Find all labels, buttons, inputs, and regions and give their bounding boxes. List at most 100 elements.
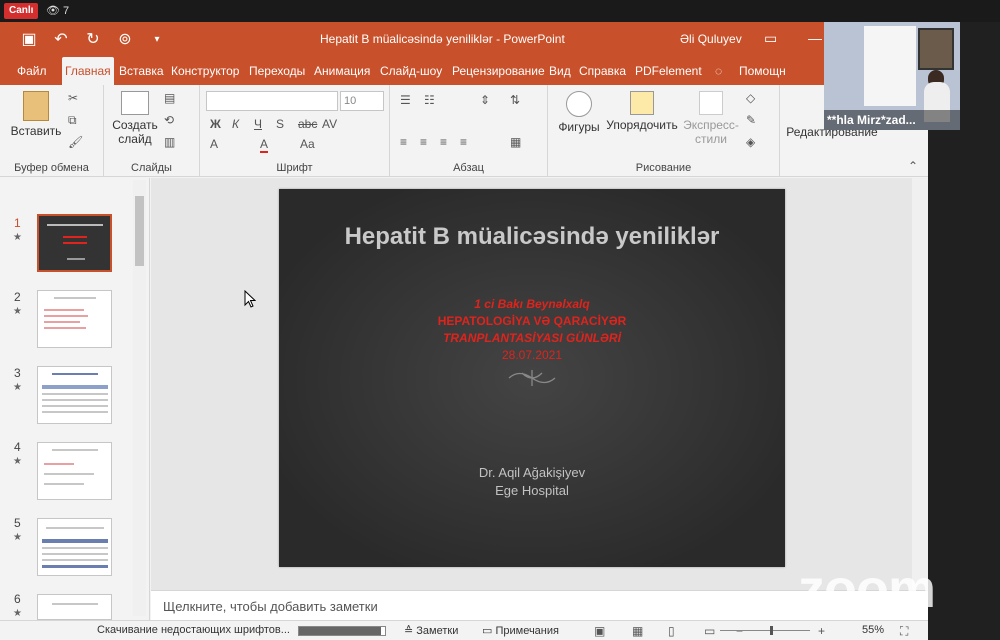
bold-icon[interactable]: Ж <box>210 117 221 131</box>
cut-icon[interactable]: ✂ <box>68 91 78 105</box>
editor-scrollbar[interactable] <box>912 178 928 590</box>
slide-sorter-icon[interactable]: ▦ <box>632 624 643 638</box>
mouse-cursor-icon <box>244 290 256 308</box>
slide-thumbnail-1[interactable] <box>37 214 112 272</box>
paste-button[interactable]: Вставить <box>8 91 64 138</box>
thumbnails-scroll-thumb[interactable] <box>135 196 144 266</box>
tab-review[interactable]: Рецензирование <box>449 57 548 85</box>
participant-video[interactable]: **hla Mirz*zad... <box>824 22 960 130</box>
thumb-number: 6 <box>14 592 21 606</box>
normal-view-icon[interactable]: ▣ <box>594 624 605 638</box>
zoom-level[interactable]: 55% <box>862 624 884 636</box>
zoom-watermark: zoom <box>798 559 936 619</box>
slide-thumbnail-3[interactable] <box>37 366 112 424</box>
change-case-icon[interactable]: Aa <box>300 137 315 151</box>
layout-icon[interactable]: ▤ <box>164 91 175 105</box>
thumb-number: 4 <box>14 440 21 454</box>
section-icon[interactable]: ▥ <box>164 135 175 149</box>
tab-animations[interactable]: Анимация <box>311 57 373 85</box>
tab-tell-me[interactable]: Помощн <box>736 57 789 85</box>
tab-view[interactable]: Вид <box>546 57 574 85</box>
animation-star-icon: ★ <box>13 382 22 393</box>
collapse-ribbon-icon[interactable]: ⌃ <box>908 159 918 173</box>
fit-slide-icon[interactable]: ⛶ <box>900 624 908 639</box>
tab-help[interactable]: Справка <box>576 57 629 85</box>
slide-thumbnail-6[interactable] <box>37 594 112 620</box>
comments-toggle-label: Примечания <box>495 625 559 637</box>
animation-star-icon: ★ <box>13 608 22 619</box>
shadow-icon[interactable]: S <box>276 117 284 131</box>
align-right-icon[interactable]: ≡ <box>440 135 447 149</box>
justify-icon[interactable]: ≡ <box>460 135 467 149</box>
numbering-icon[interactable]: ☷ <box>424 93 435 107</box>
powerpoint-window: ▣ ↶ ↻ ⊚ ▾ Hepatit B müalicəsində yenilik… <box>0 22 928 640</box>
zoom-slider[interactable] <box>720 630 810 631</box>
comments-toggle-button[interactable]: ▭ Примечания <box>482 624 559 637</box>
lightbulb-icon[interactable]: ◌ <box>712 57 725 85</box>
line-spacing-icon[interactable]: ⇕ <box>480 93 490 107</box>
viewer-count-value: 7 <box>63 5 70 17</box>
shapes-button[interactable]: Фигуры <box>554 91 604 134</box>
bullets-icon[interactable]: ☰ <box>400 93 411 107</box>
copy-icon[interactable]: ⧉ <box>68 113 77 128</box>
text-direction-icon[interactable]: ⇅ <box>510 93 520 107</box>
group-label-paragraph: Абзац <box>453 162 484 174</box>
arrange-icon <box>630 91 654 115</box>
tab-design[interactable]: Конструктор <box>168 57 242 85</box>
current-slide[interactable]: Hepatit B müalicəsində yeniliklər 1 ci B… <box>279 189 785 567</box>
zoom-slider-handle[interactable] <box>770 626 773 635</box>
minimize-icon[interactable]: — <box>808 30 822 46</box>
shape-outline-icon[interactable]: ✎ <box>746 113 756 127</box>
shape-fill-icon[interactable]: ◇ <box>746 91 755 105</box>
new-slide-icon <box>121 91 149 115</box>
align-center-icon[interactable]: ≡ <box>420 135 427 149</box>
notes-toggle-button[interactable]: ≙ Заметки <box>404 624 458 637</box>
tab-transitions[interactable]: Переходы <box>246 57 308 85</box>
reading-view-icon[interactable]: ▯ <box>668 624 675 638</box>
undo-icon[interactable]: ↶ <box>52 31 70 49</box>
new-slide-button[interactable]: Создать слайд <box>110 91 160 146</box>
account-name[interactable]: Əli Quluyev <box>680 32 742 46</box>
paste-icon <box>23 91 49 121</box>
thumbnails-scrollbar[interactable] <box>133 180 146 616</box>
font-color-icon[interactable]: A <box>260 137 269 153</box>
tab-pdfelement[interactable]: PDFelement <box>632 57 705 85</box>
redo-icon[interactable]: ↻ <box>84 31 102 49</box>
slide-event-line-3: TRANPLANTASİYASI GÜNLƏRİ <box>443 331 621 345</box>
slideshow-icon[interactable]: ▭ <box>704 624 715 638</box>
format-painter-icon[interactable]: 🖌 <box>68 135 83 149</box>
arrange-button[interactable]: Упорядочить <box>604 91 680 132</box>
text-effects-icon[interactable]: A <box>210 137 218 151</box>
progress-fill <box>299 627 381 635</box>
zoom-top-bar: Canlı 👁 7 <box>0 0 1000 22</box>
reset-icon[interactable]: ⟲ <box>164 113 174 127</box>
customize-qat-icon[interactable]: ▾ <box>148 31 166 49</box>
smartart-icon[interactable]: ▦ <box>510 135 521 149</box>
shape-effects-icon[interactable]: ◈ <box>746 135 755 149</box>
screen: Canlı 👁 7 ▣ ↶ ↻ ⊚ ▾ Hepatit B müalicəsin… <box>0 0 1000 640</box>
align-left-icon[interactable]: ≡ <box>400 135 407 149</box>
tab-home[interactable]: Главная <box>62 57 114 85</box>
slide-thumbnail-5[interactable] <box>37 518 112 576</box>
ribbon-display-icon[interactable]: ▭ <box>764 30 777 47</box>
italic-icon[interactable]: К <box>232 117 239 131</box>
save-icon[interactable]: ▣ <box>20 31 38 49</box>
font-size-field[interactable]: 10 <box>340 91 384 111</box>
slide-thumbnail-4[interactable] <box>37 442 112 500</box>
tab-file[interactable]: Файл <box>14 57 50 85</box>
zoom-in-icon[interactable]: + <box>818 624 825 638</box>
tab-insert[interactable]: Вставка <box>116 57 167 85</box>
font-name-field[interactable] <box>206 91 338 111</box>
slide-thumbnail-2[interactable] <box>37 290 112 348</box>
group-paragraph: ☰ ☷ ⇕ ⇅ ≡ ≡ ≡ ≡ ▦ Абзац <box>390 85 548 177</box>
tab-slideshow[interactable]: Слайд-шоу <box>377 57 445 85</box>
zoom-out-icon[interactable]: − <box>736 624 743 638</box>
spacing-icon[interactable]: AV <box>322 117 337 131</box>
slide-title: Hepatit B müalicəsində yeniliklər <box>344 223 720 250</box>
eye-icon: 👁 <box>46 5 60 17</box>
arrange-label: Упорядочить <box>606 118 678 132</box>
presenter-icon[interactable]: ⊚ <box>116 31 134 49</box>
strikethrough-icon[interactable]: abc <box>298 117 317 131</box>
quick-styles-button[interactable]: Экспресс- стили <box>678 91 744 146</box>
underline-icon[interactable]: Ч <box>254 117 262 131</box>
